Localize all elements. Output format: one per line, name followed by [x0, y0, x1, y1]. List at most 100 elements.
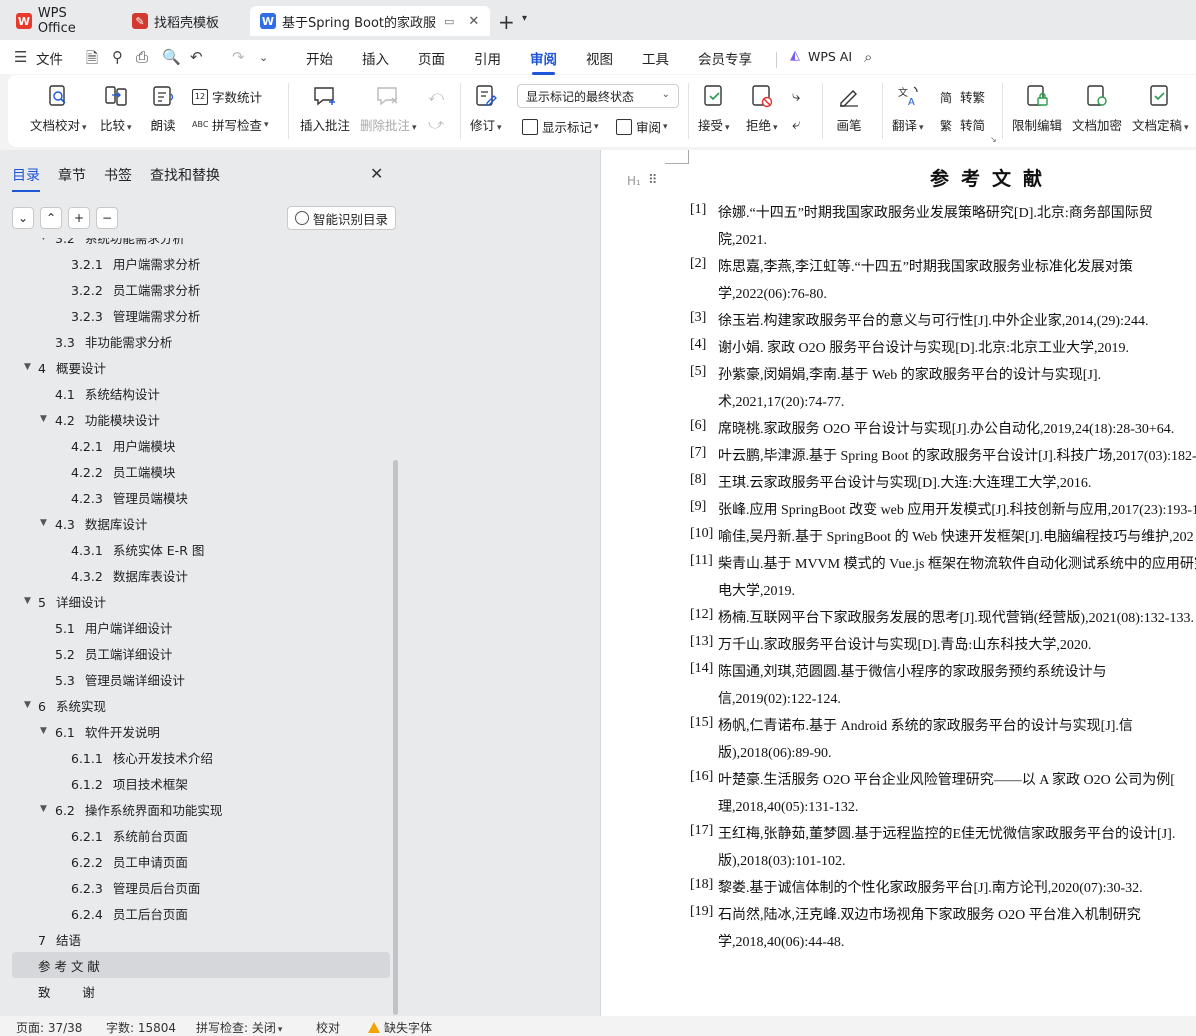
menu-start[interactable]: 开始 [306, 48, 333, 68]
read-aloud-button[interactable]: 朗读 [150, 83, 176, 134]
reference-entry[interactable]: [13] 万千山.家政服务平台设计与实现[D].青岛:山东科技大学,2020. [690, 634, 1196, 661]
accept-button[interactable]: 接受 ▾ [698, 83, 730, 134]
reference-entry[interactable]: [2] 陈思嘉,李燕,李江虹等.“十四五”时期我国家政服务业标准化发展对策 学,20… [690, 256, 1196, 310]
toc-item[interactable]: 3.2.2 员工端需求分析 [0, 276, 392, 302]
expand-triangle-icon[interactable]: ▼ [40, 726, 47, 736]
reference-entry[interactable]: [8] 王琪.云家政服务平台设计与实现[D].大连:大连理工大学,2016. [690, 472, 1196, 499]
reference-entry[interactable]: [9] 张峰.应用 SpringBoot 改变 web 应用开发模式[J].科技创… [690, 499, 1196, 526]
expand-triangle-icon[interactable]: ▼ [40, 518, 47, 528]
missing-font-status[interactable]: 缺失字体 [368, 1019, 432, 1036]
toc-item[interactable]: 6.2.1 系统前台页面 [0, 822, 392, 848]
translate-button[interactable]: 文A 翻译 ▾ [892, 83, 924, 134]
toc-item[interactable]: ▼ 3.2 系统功能需求分析 [0, 238, 392, 250]
toc-item[interactable]: ▼ 6.1 软件开发说明 [0, 718, 392, 744]
remove-heading-minus-icon[interactable]: − [96, 207, 118, 229]
encrypt-doc-button[interactable]: 文档加密 [1072, 83, 1122, 134]
reference-entry[interactable]: [18] 黎娄.基于诚信体制的个性化家政服务平台[J].南方论刊,2020(07)… [690, 877, 1196, 904]
tab-wps-office[interactable]: W WPS Office [6, 6, 118, 36]
proofread-status[interactable]: 校对 [316, 1019, 340, 1036]
toc-item[interactable]: 致 谢 [0, 978, 392, 1004]
pen-button[interactable]: 画笔 [836, 83, 862, 134]
reference-entry[interactable]: [3] 徐玉岩.构建家政服务平台的意义与可行性[J].中外企业家,2014,(29… [690, 310, 1196, 337]
hamburger-menu-icon[interactable]: ☰ [14, 48, 27, 66]
toc-item[interactable]: 4.2.1 用户端模块 [0, 432, 392, 458]
reference-entry[interactable]: [7] 叶云鹏,毕津源.基于 Spring Boot 的家政服务平台设计[J].科… [690, 445, 1196, 472]
next-change-icon[interactable]: ⤶ [792, 115, 800, 133]
toc-item[interactable]: 6.1.2 项目技术框架 [0, 770, 392, 796]
save-icon[interactable]: 🗎 [86, 48, 98, 73]
expand-triangle-icon[interactable]: ▼ [40, 414, 47, 424]
reference-entry[interactable]: [6] 席晓桃.家政服务 O2O 平台设计与实现[J].办公自动化,2019,24… [690, 418, 1196, 445]
toc-item[interactable]: 5.2 员工端详细设计 [0, 640, 392, 666]
add-heading-plus-icon[interactable]: + [68, 207, 90, 229]
reference-entry[interactable]: [15] 杨帆,仁青诺布.基于 Android 系统的家政服务平台的设计与实现[J… [690, 715, 1196, 769]
menu-view[interactable]: 视图 [586, 48, 613, 68]
menu-reference[interactable]: 引用 [474, 48, 501, 68]
toc-item[interactable]: ▼ 6.2 操作系统界面和功能实现 [0, 796, 392, 822]
undo-icon[interactable]: ↶ [190, 48, 203, 66]
toc-item[interactable]: 4.2.2 员工端模块 [0, 458, 392, 484]
print-icon[interactable]: ⎙ [136, 48, 148, 66]
close-tab-icon[interactable]: ✕ [468, 14, 479, 29]
drag-handle-icon[interactable]: ⠿ [648, 173, 657, 188]
to-simplified-button[interactable]: 繁 转简 [940, 115, 985, 134]
toc-item[interactable]: ▼ 4.3 数据库设计 [0, 510, 392, 536]
wps-ai-button[interactable]: WPS AI [808, 49, 852, 64]
next-comment-icon[interactable]: ⤻ [428, 115, 444, 133]
quick-access-chevron-icon[interactable]: ⌄ [259, 51, 268, 64]
expand-triangle-icon[interactable]: ▼ [24, 700, 31, 710]
restrict-edit-button[interactable]: 限制编辑 [1012, 83, 1062, 134]
delete-comment-button[interactable]: 删除批注 ▾ [360, 83, 417, 134]
tab-bookmarks[interactable]: 书签 [104, 165, 132, 185]
collapse-chevron-up-icon[interactable]: ⌃ [40, 207, 62, 229]
reference-entry[interactable]: [4] 谢小娟. 家政 O2O 服务平台设计与实现[D].北京:北京工业大学,20… [690, 337, 1196, 364]
smart-toc-button[interactable]: 智能识别目录 [287, 206, 397, 230]
insert-comment-button[interactable]: 插入批注 [300, 83, 350, 134]
toc-item[interactable]: 参 考 文 献 [12, 952, 390, 978]
expand-triangle-icon[interactable]: ▼ [24, 362, 31, 372]
review-pane-button[interactable]: 审阅 ▾ [616, 117, 668, 136]
reference-entry[interactable]: [1] 徐娜.“十四五”时期我国家政服务业发展策略研究[D].北京:商务部国际贸院… [690, 202, 1196, 256]
tab-toc[interactable]: 目录 [12, 165, 40, 192]
menu-file[interactable]: 文件 [36, 48, 63, 68]
toc-item[interactable]: 4.3.1 系统实体 E-R 图 [0, 536, 392, 562]
word-count[interactable]: 字数: 15804 [106, 1019, 176, 1036]
toc-item[interactable]: 6.2.2 员工申请页面 [0, 848, 392, 874]
expand-triangle-icon[interactable]: ▼ [24, 596, 31, 606]
reference-entry[interactable]: [5] 孙紫豪,闵娟娟,李南.基于 Web 的家政服务平台的设计与实现[J]. 术,… [690, 364, 1196, 418]
tab-find-replace[interactable]: 查找和替换 [150, 165, 220, 185]
reference-entry[interactable]: [14] 陈国通,刘琪,范圆圆.基于微信小程序的家政服务预约系统设计与 信,2019… [690, 661, 1196, 715]
previous-change-icon[interactable]: ⤷ [792, 87, 800, 105]
toc-item[interactable]: 6.1.1 核心开发技术介绍 [0, 744, 392, 770]
toc-item[interactable]: 4.1 系统结构设计 [0, 380, 392, 406]
toc-item[interactable]: 3.2.1 用户端需求分析 [0, 250, 392, 276]
toc-scrollbar[interactable] [393, 460, 398, 1015]
toc-item[interactable]: ▼ 5 详细设计 [0, 588, 392, 614]
toc-item[interactable]: 6.2.3 管理员后台页面 [0, 874, 392, 900]
toc-item[interactable]: 3.2.3 管理端需求分析 [0, 302, 392, 328]
menu-insert[interactable]: 插入 [362, 48, 389, 68]
reference-entry[interactable]: [10] 喻佳,吴丹新.基于 SpringBoot 的 Web 快速开发框架[J]… [690, 526, 1196, 553]
toc-item[interactable]: 5.3 管理员端详细设计 [0, 666, 392, 692]
toc-item[interactable]: 5.1 用户端详细设计 [0, 614, 392, 640]
previous-comment-icon[interactable]: ⤺ [428, 87, 444, 105]
track-changes-button[interactable]: 修订 ▾ [470, 83, 502, 134]
finalize-doc-button[interactable]: 文档定稿 ▾ [1132, 83, 1189, 134]
close-icon[interactable]: ✕ [370, 164, 383, 183]
toc-item[interactable]: 7 结语 [0, 926, 392, 952]
markup-display-select[interactable]: 显示标记的最终状态 ⌄ [517, 84, 679, 108]
reference-entry[interactable]: [19] 石尚然,陆冰,汪克峰.双边市场视角下家政服务 O2O 平台准入机制研究学… [690, 904, 1196, 958]
toc-item[interactable]: ▼ 6 系统实现 [0, 692, 392, 718]
toc-item[interactable]: 4.3.2 数据库表设计 [0, 562, 392, 588]
toc-item[interactable]: 6.2.4 员工后台页面 [0, 900, 392, 926]
compare-button[interactable]: 比较 ▾ [100, 83, 132, 134]
reject-button[interactable]: 拒绝 ▾ [746, 83, 778, 134]
spell-check-status[interactable]: 拼写检查: 关闭 ▾ [196, 1019, 282, 1036]
expand-triangle-icon[interactable]: ▼ [40, 238, 47, 242]
tab-list-chevron-icon[interactable]: ▾ [522, 13, 527, 24]
menu-page[interactable]: 页面 [418, 48, 445, 68]
heading-level-marker[interactable]: H₁ [627, 174, 641, 188]
print-preview-icon[interactable]: 🔍 [162, 48, 181, 66]
toc-item[interactable]: 4.2.3 管理员端模块 [0, 484, 392, 510]
redo-icon[interactable]: ↷ [232, 48, 245, 66]
